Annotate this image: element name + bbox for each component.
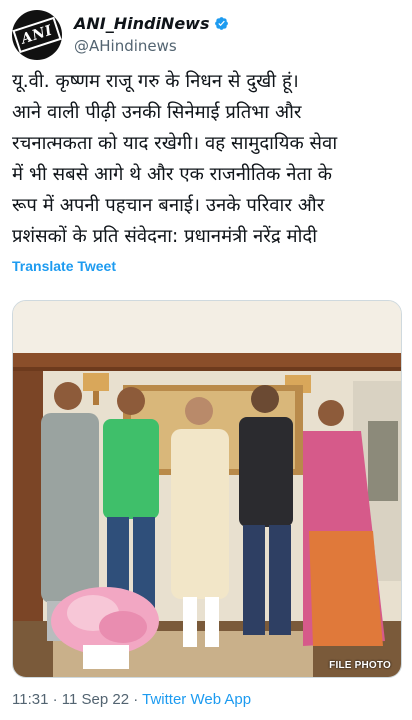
display-name[interactable]: ANI_HindiNews [74,14,209,33]
tweet-line: यू.वी. कृष्णम राजू गरु के निधन से दुखी ह… [12,71,299,92]
tweet-header: ANI ANI_HindiNews @AHindinews [12,10,400,62]
display-name-row[interactable]: ANI_HindiNews [74,14,229,33]
tweet-line: आने वाली पीढ़ी उनकी सिनेमाई प्रतिभा और [12,102,302,123]
meta-separator: · [129,691,143,708]
group-photo-image [13,301,401,677]
tweet-time[interactable]: 11:31 [12,691,48,708]
tweet-meta: 11:31 · 11 Sep 22 · Twitter Web App [12,691,251,708]
account-names: ANI_HindiNews @AHindinews [74,14,229,55]
translate-tweet-link[interactable]: Translate Tweet [12,258,116,274]
meta-separator: · [48,691,62,708]
tweet-line: रचनात्मकता को याद रखेगी। वह सामुदायिक से… [12,133,338,154]
verified-badge-icon [215,17,229,30]
file-photo-watermark: FILE PHOTO [329,660,391,671]
tweet-line: में भी सबसे आगे थे और एक राजनीतिक नेता क… [12,164,332,185]
tweet-text: यू.वी. कृष्णम राजू गरु के निधन से दुखी ह… [12,66,402,252]
tweet-date[interactable]: 11 Sep 22 [62,691,129,708]
avatar[interactable]: ANI [12,10,62,60]
tweet-line: प्रशंसकों के प्रति संवेदना: प्रधानमंत्री… [12,226,318,247]
tweet-line: रूप में अपनी पहचान बनाई। उनके परिवार और [12,195,325,216]
account-handle[interactable]: @AHindinews [74,37,229,55]
tweet-photo[interactable]: FILE PHOTO [12,300,402,678]
avatar-logo: ANI [12,16,62,54]
source-app-link[interactable]: Twitter Web App [142,691,251,708]
